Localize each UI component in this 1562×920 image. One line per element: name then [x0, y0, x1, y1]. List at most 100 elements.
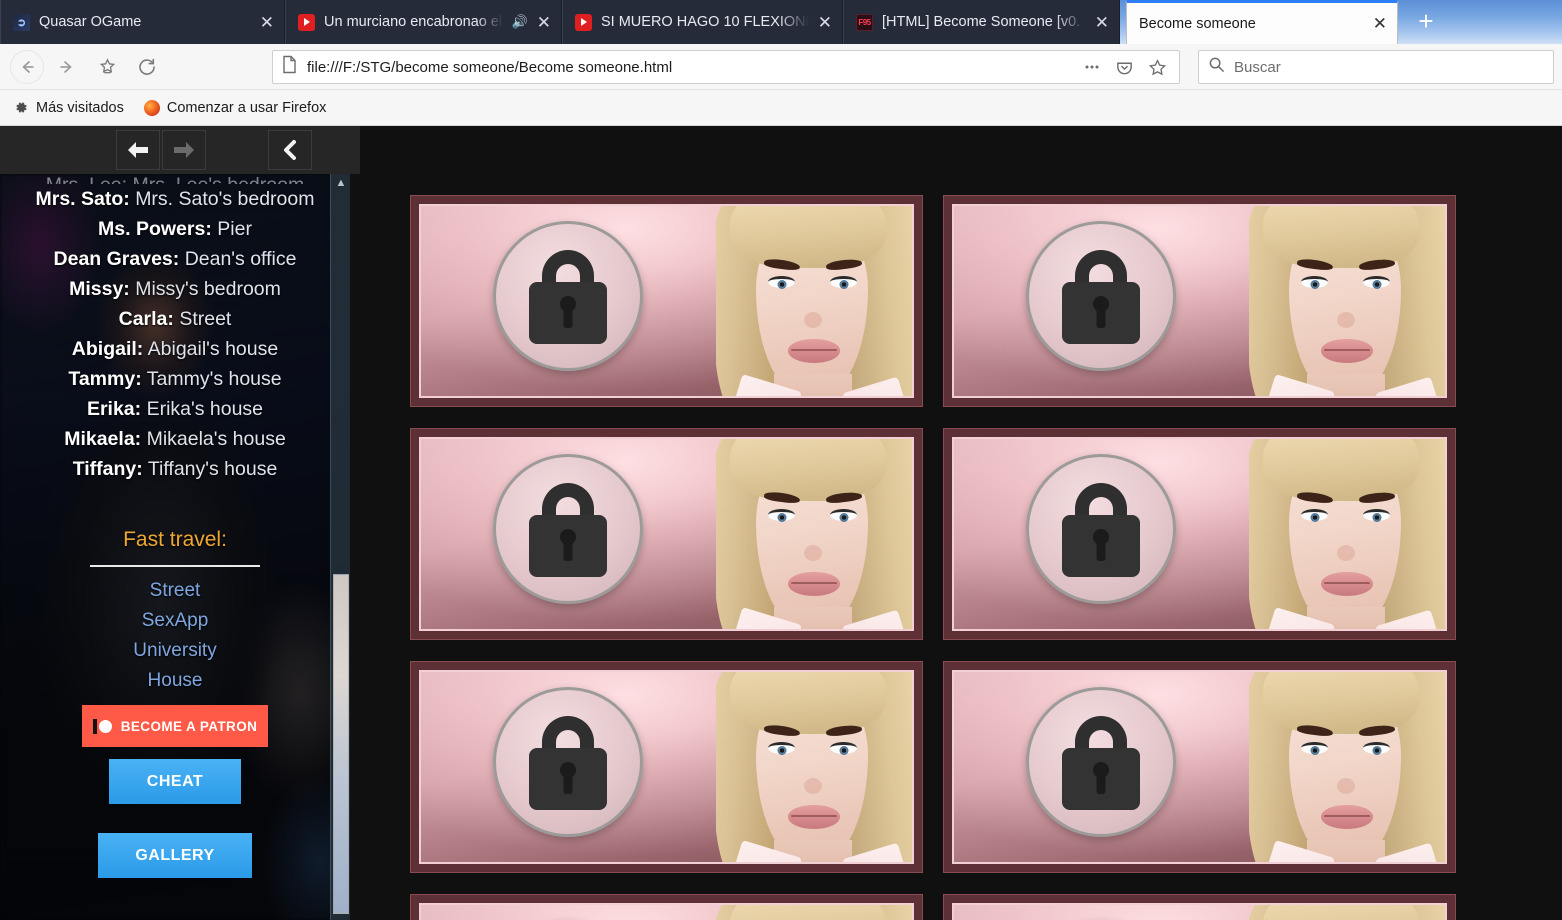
page-actions-icon[interactable] [1083, 58, 1101, 76]
location-name: Missy: [69, 278, 130, 300]
youtube-icon [575, 13, 592, 31]
bookmark-label: Comenzar a usar Firefox [166, 99, 327, 116]
character-portrait [716, 905, 912, 920]
page-viewport: Mrs. Lee: Mrs. Lee's bedroom Mrs. Sato: … [0, 126, 1562, 920]
gallery-card-locked-0[interactable] [410, 195, 923, 407]
location-name: Tammy: [68, 368, 142, 390]
quasar-icon: ➲ [13, 13, 30, 31]
gallery-card-locked-6[interactable] [410, 894, 923, 920]
fast-travel-link-house[interactable]: House [16, 666, 334, 696]
address-bar[interactable]: file:///F:/STG/become someone/Become som… [272, 50, 1180, 84]
bookmark-star-icon[interactable] [90, 50, 124, 84]
new-tab-button[interactable]: + [1412, 8, 1440, 36]
search-bar[interactable]: Buscar [1198, 50, 1554, 84]
gallery-card-locked-5[interactable] [943, 661, 1456, 873]
gallery-button[interactable]: GALLERY [98, 833, 252, 878]
sidebar-scrollbar[interactable]: ▲ [330, 174, 350, 920]
forward-button[interactable] [50, 50, 84, 84]
gallery-card-locked-2[interactable] [410, 428, 923, 640]
url-text: file:///F:/STG/become someone/Become som… [307, 58, 673, 76]
game-forward-button[interactable] [162, 130, 206, 170]
gallery-card-locked-3[interactable] [943, 428, 1456, 640]
tab-title: Un murciano encabronao el [324, 14, 503, 30]
back-button[interactable] [10, 49, 44, 84]
location-place: Pier [217, 218, 252, 240]
location-place: Erika's house [146, 398, 264, 420]
character-portrait [1249, 905, 1445, 920]
divider [90, 565, 260, 567]
character-portrait [1249, 672, 1445, 862]
browser-tab-3[interactable]: F95 [HTML] Become Someone [v0. ✕ [843, 0, 1120, 44]
f95-icon: F95 [856, 13, 873, 31]
character-portrait [1249, 206, 1445, 396]
location-row: Tammy: Tammy's house [16, 364, 334, 394]
pocket-icon[interactable] [1115, 58, 1134, 77]
search-icon [1208, 56, 1225, 78]
reload-button[interactable] [130, 50, 164, 84]
bookmark-most-visited[interactable]: Más visitados [12, 99, 124, 116]
location-name: Erika: [86, 398, 142, 420]
become-a-patron-button[interactable]: BECOME A PATRON [82, 705, 268, 747]
star-icon[interactable] [1148, 58, 1167, 77]
location-row: Ms. Powers: Pier [16, 214, 334, 244]
game-collapse-sidebar-button[interactable] [268, 130, 312, 170]
browser-tab-1[interactable]: Un murciano encabronao el 🔊 ✕ [285, 0, 562, 44]
browser-tab-0[interactable]: ➲ Quasar OGame ✕ [0, 0, 285, 44]
bookmark-start-firefox[interactable]: Comenzar a usar Firefox [143, 99, 327, 116]
location-place: Street [179, 308, 232, 330]
character-portrait [716, 439, 912, 629]
fast-travel-link-university[interactable]: University [16, 636, 334, 666]
cheat-button[interactable]: CHEAT [109, 759, 241, 804]
location-row: Tiffany: Tiffany's house [16, 454, 334, 484]
tab-title: SI MUERO HAGO 10 FLEXIONES [601, 14, 809, 30]
lock-icon [493, 221, 643, 371]
location-row: Abigail: Abigail's house [16, 334, 334, 364]
location-name: Abigail: [71, 338, 144, 360]
youtube-icon [298, 13, 315, 31]
location-name: Mrs. Sato: [35, 188, 130, 210]
tab-strip: ➲ Quasar OGame ✕ Un murciano encabronao … [0, 0, 1562, 44]
game-sidebar: Mrs. Lee: Mrs. Lee's bedroom Mrs. Sato: … [0, 174, 350, 920]
location-row-clipped: Mrs. Lee: Mrs. Lee's bedroom [16, 174, 334, 184]
gallery-card-locked-7[interactable] [943, 894, 1456, 920]
search-placeholder: Buscar [1234, 58, 1281, 76]
fast-travel-heading: Fast travel: [123, 528, 227, 551]
tab-audio-icon[interactable]: 🔊 [512, 14, 528, 30]
location-name: Mikaela: [64, 428, 142, 450]
gallery-card-locked-1[interactable] [943, 195, 1456, 407]
game-back-button[interactable] [116, 130, 160, 170]
tab-close-button[interactable]: ✕ [537, 14, 551, 31]
gallery-button-label: GALLERY [135, 846, 215, 864]
tab-close-button[interactable]: ✕ [1095, 14, 1109, 31]
tab-title: Quasar OGame [39, 14, 142, 30]
firefox-icon [143, 99, 160, 116]
fast-travel-link-sexapp[interactable]: SexApp [16, 606, 334, 636]
location-row: Erika: Erika's house [16, 394, 334, 424]
location-row: Missy: Missy's bedroom [16, 274, 334, 304]
game-toolbar [0, 126, 360, 174]
lock-icon [493, 687, 643, 837]
tab-title: [HTML] Become Someone [v0. [882, 14, 1081, 30]
patreon-icon [92, 718, 112, 734]
location-row: Mikaela: Mikaela's house [16, 424, 334, 454]
tab-title: Become someone [1139, 15, 1256, 32]
tab-close-button[interactable]: ✕ [260, 14, 274, 31]
location-name: Tiffany: [72, 458, 143, 480]
location-place: Missy's bedroom [135, 278, 281, 300]
gear-icon [12, 99, 29, 116]
lock-icon [1026, 221, 1176, 371]
scroll-up-arrow-icon[interactable]: ▲ [331, 174, 351, 192]
fast-travel-link-street[interactable]: Street [16, 576, 334, 606]
patron-button-label: BECOME A PATRON [120, 718, 258, 734]
tab-close-button[interactable]: ✕ [1373, 15, 1387, 32]
browser-tab-4-active[interactable]: Become someone ✕ [1126, 0, 1398, 44]
scrollbar-thumb[interactable] [333, 574, 349, 914]
tab-close-button[interactable]: ✕ [818, 14, 832, 31]
bookmarks-bar: Más visitados Comenzar a usar Firefox [0, 90, 1562, 126]
browser-tab-2[interactable]: SI MUERO HAGO 10 FLEXIONES ✕ [562, 0, 843, 44]
gallery-card-locked-4[interactable] [410, 661, 923, 873]
location-place: Tiffany's house [147, 458, 278, 480]
character-portrait [1249, 439, 1445, 629]
lock-icon [1026, 454, 1176, 604]
lock-icon [493, 454, 643, 604]
